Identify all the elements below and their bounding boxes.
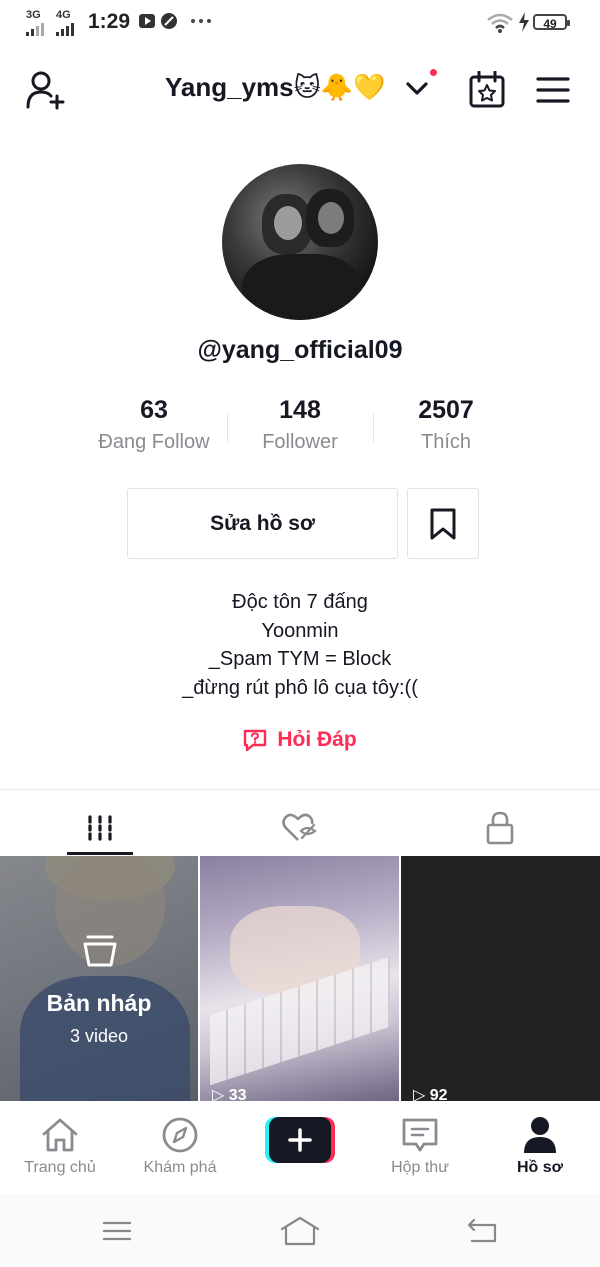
bio-line: Yoonmin bbox=[261, 619, 339, 642]
likes-stat[interactable]: 2507 Thích bbox=[371, 396, 521, 454]
inbox-icon bbox=[402, 1118, 438, 1152]
lock-icon bbox=[486, 811, 514, 845]
nav-inbox-label: Hộp thư bbox=[391, 1159, 449, 1176]
signal-4g-icon: 4G bbox=[56, 10, 74, 36]
charging-icon bbox=[519, 12, 529, 32]
nav-home[interactable]: Trang chủ bbox=[0, 1115, 120, 1177]
qa-link[interactable]: Hỏi Đáp bbox=[0, 728, 600, 752]
chevron-down-icon[interactable] bbox=[405, 80, 429, 98]
edit-profile-button[interactable]: Sửa hồ sơ bbox=[127, 488, 398, 559]
nav-profile-label: Hồ sơ bbox=[516, 1159, 564, 1176]
wifi-icon bbox=[487, 13, 513, 33]
following-stat[interactable]: 63 Đang Follow bbox=[79, 396, 229, 454]
add-friend-icon[interactable] bbox=[26, 70, 68, 110]
bookmark-icon bbox=[430, 508, 456, 539]
likes-count: 2507 bbox=[418, 396, 474, 424]
likes-label: Thích bbox=[420, 431, 472, 453]
home-system-icon[interactable] bbox=[280, 1216, 320, 1246]
plus-icon bbox=[288, 1128, 312, 1152]
battery-icon: 49 bbox=[533, 14, 570, 31]
following-count: 63 bbox=[140, 396, 168, 424]
bio-line: Độc tôn 7 đấng bbox=[232, 591, 368, 613]
video-thumbnail[interactable]: ▷ 33 bbox=[200, 856, 399, 1101]
grid-icon bbox=[88, 815, 112, 841]
followers-stat[interactable]: 148 Follower bbox=[225, 396, 375, 454]
leaf-icon bbox=[161, 13, 177, 29]
drafts-title: Bản nháp bbox=[46, 990, 152, 1016]
play-count: ▷ 33 bbox=[212, 1087, 247, 1101]
bio-line: _đừng rút phô lô cụa tôy:(( bbox=[182, 676, 418, 699]
heart-hidden-icon bbox=[282, 813, 317, 841]
back-icon[interactable] bbox=[466, 1218, 498, 1244]
followers-count: 148 bbox=[279, 396, 321, 424]
profile-icon bbox=[524, 1117, 556, 1153]
nav-discover[interactable]: Khám phá bbox=[120, 1115, 240, 1177]
divider bbox=[0, 789, 600, 790]
youtube-icon bbox=[139, 14, 155, 28]
video-thumbnail[interactable]: ▷ 92 bbox=[401, 856, 600, 1101]
avatar[interactable] bbox=[222, 164, 378, 320]
following-label: Đang Follow bbox=[98, 431, 210, 453]
drafts-tile[interactable]: Bản nháp 3 video bbox=[0, 856, 198, 1101]
bio: Độc tôn 7 đấng Yoonmin _Spam TYM = Block… bbox=[0, 588, 600, 702]
status-bar: 3G 4G 1:29 49 bbox=[0, 0, 600, 46]
home-icon bbox=[42, 1118, 78, 1152]
nav-discover-label: Khám phá bbox=[143, 1159, 217, 1176]
play-count: ▷ 92 bbox=[413, 1087, 448, 1101]
bottom-nav: Trang chủ Khám phá Hộp thư Hồ sơ bbox=[0, 1101, 600, 1194]
signal-3g-icon: 3G bbox=[26, 10, 44, 36]
active-tab-indicator bbox=[67, 852, 133, 855]
nav-inbox[interactable]: Hộp thư bbox=[360, 1115, 480, 1177]
tab-liked[interactable] bbox=[200, 800, 400, 856]
drafts-count: 3 video bbox=[69, 1026, 129, 1046]
tab-private[interactable] bbox=[400, 800, 600, 856]
system-nav-bar bbox=[0, 1194, 600, 1267]
menu-icon[interactable] bbox=[536, 76, 570, 104]
username: @yang_official09 bbox=[197, 336, 403, 364]
recent-apps-icon[interactable] bbox=[102, 1220, 132, 1242]
profile-header-title[interactable]: Yang_yms🐱🐥💛 bbox=[165, 72, 385, 103]
nav-profile[interactable]: Hồ sơ bbox=[480, 1115, 600, 1177]
favorites-button[interactable] bbox=[407, 488, 479, 559]
compass-icon bbox=[162, 1117, 198, 1153]
bio-line: _Spam TYM = Block bbox=[208, 648, 392, 670]
qa-icon bbox=[244, 729, 267, 752]
create-button[interactable] bbox=[265, 1117, 335, 1163]
status-time: 1:29 bbox=[88, 10, 131, 33]
nav-home-label: Trang chủ bbox=[24, 1159, 96, 1176]
followers-label: Follower bbox=[262, 431, 338, 453]
tab-videos[interactable] bbox=[0, 800, 200, 856]
drafts-icon bbox=[83, 935, 117, 967]
qa-label: Hỏi Đáp bbox=[277, 728, 357, 751]
notification-dot bbox=[430, 69, 437, 76]
calendar-star-icon[interactable] bbox=[469, 71, 505, 109]
more-notifications-icon bbox=[191, 19, 211, 23]
